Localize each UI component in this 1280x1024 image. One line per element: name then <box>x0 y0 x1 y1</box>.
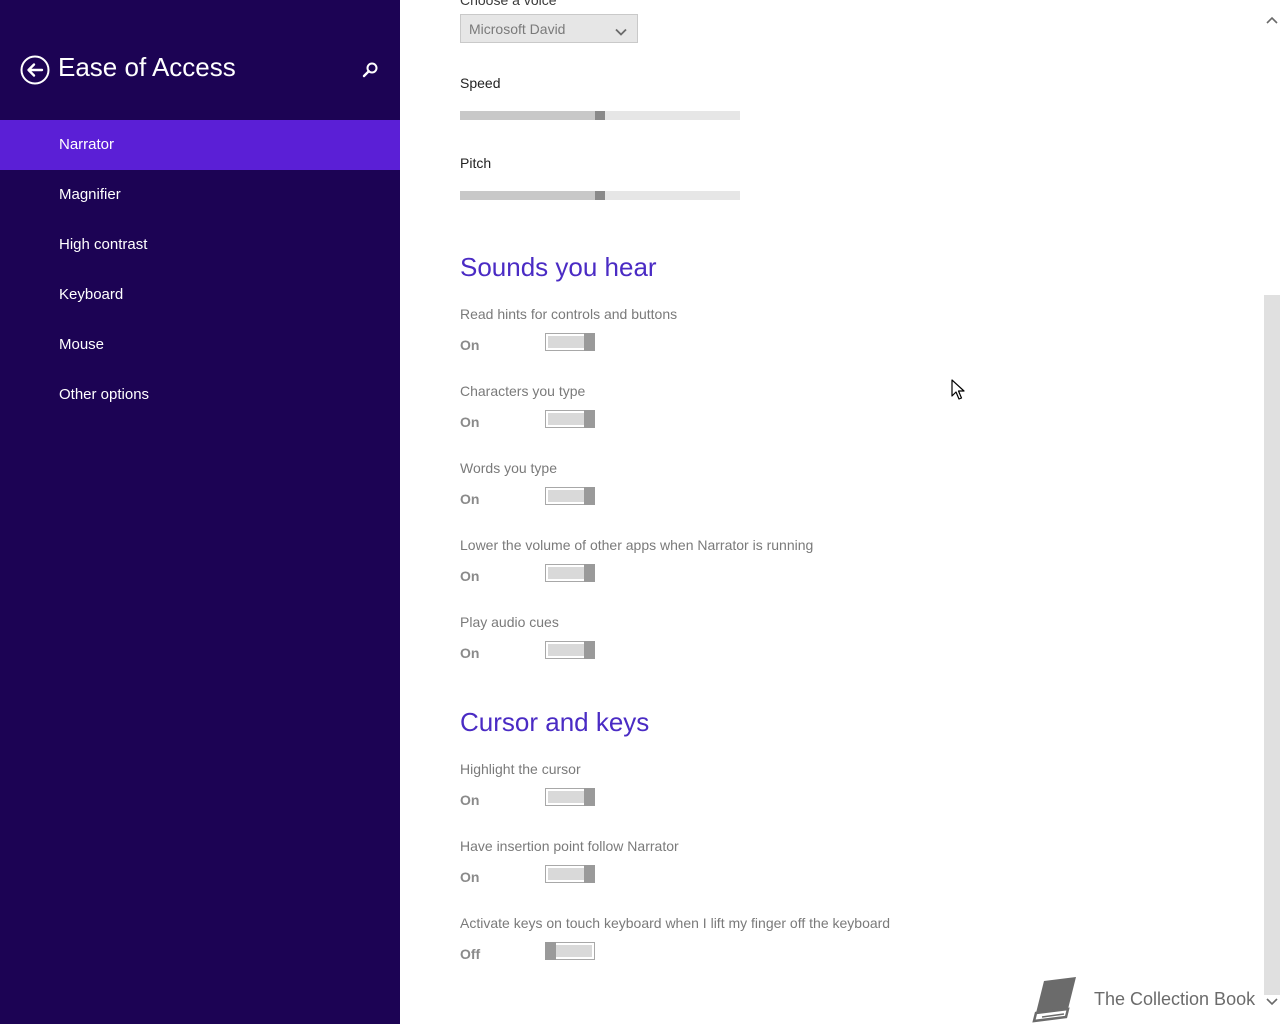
setting-label: Read hints for controls and buttons <box>460 306 678 322</box>
setting-activate-keys-touch: Activate keys on touch keyboard when I l… <box>460 915 1160 975</box>
pitch-slider-thumb[interactable] <box>595 191 605 200</box>
speed-slider[interactable] <box>460 111 740 120</box>
pitch-slider-fill <box>460 191 600 200</box>
speed-label: Speed <box>460 75 501 91</box>
vertical-scrollbar[interactable] <box>1264 0 1280 1024</box>
sidebar-item-mouse[interactable]: Mouse <box>0 320 400 370</box>
setting-label: Play audio cues <box>460 614 559 630</box>
settings-pane: Choose a voice Microsoft David Speed Pit… <box>400 0 1264 1024</box>
setting-read-hints: Read hints for controls and buttons On <box>460 306 1160 366</box>
setting-label: Words you type <box>460 460 558 476</box>
setting-characters-you-type: Characters you type On <box>460 383 1160 443</box>
scrollbar-thumb[interactable] <box>1264 295 1280 995</box>
setting-state: On <box>460 337 480 353</box>
scroll-up-arrow-icon[interactable] <box>1264 12 1280 28</box>
setting-state: On <box>460 491 480 507</box>
voice-dropdown[interactable]: Microsoft David <box>460 14 638 43</box>
setting-words-you-type: Words you type On <box>460 460 1160 520</box>
toggle-knob <box>545 942 556 960</box>
toggle-knob <box>584 788 595 806</box>
cursor-keys-heading: Cursor and keys <box>460 707 650 737</box>
watermark: The Collection Book <box>1030 975 1270 1023</box>
sidebar-item-narrator[interactable]: Narrator <box>0 120 400 170</box>
toggle-switch[interactable] <box>545 641 595 659</box>
sidebar-item-keyboard[interactable]: Keyboard <box>0 270 400 320</box>
setting-play-audio-cues: Play audio cues On <box>460 614 1160 674</box>
toggle-switch[interactable] <box>545 942 595 960</box>
toggle-knob <box>584 333 595 351</box>
pitch-slider[interactable] <box>460 191 740 200</box>
setting-state: On <box>460 869 480 885</box>
setting-state: Off <box>460 946 481 962</box>
setting-label: Lower the volume of other apps when Narr… <box>460 537 814 553</box>
back-arrow-icon[interactable] <box>20 55 50 85</box>
speed-slider-thumb[interactable] <box>595 111 605 120</box>
toggle-switch[interactable] <box>545 487 595 505</box>
toggle-switch[interactable] <box>545 788 595 806</box>
speed-slider-fill <box>460 111 600 120</box>
setting-state: On <box>460 568 480 584</box>
sidebar-item-high-contrast[interactable]: High contrast <box>0 220 400 270</box>
toggle-switch[interactable] <box>545 333 595 351</box>
pitch-label: Pitch <box>460 155 492 171</box>
sidebar-item-other-options[interactable]: Other options <box>0 370 400 420</box>
toggle-switch[interactable] <box>545 410 595 428</box>
toggle-knob <box>584 410 595 428</box>
sounds-heading: Sounds you hear <box>460 252 657 282</box>
toggle-knob <box>584 865 595 883</box>
mouse-pointer-icon <box>951 379 965 406</box>
chevron-down-icon <box>615 24 627 42</box>
setting-lower-volume: Lower the volume of other apps when Narr… <box>460 537 1160 597</box>
sidebar-nav: Narrator Magnifier High contrast Keyboar… <box>0 120 400 420</box>
setting-state: On <box>460 645 480 661</box>
sidebar-item-magnifier[interactable]: Magnifier <box>0 170 400 220</box>
setting-label: Have insertion point follow Narrator <box>460 838 679 854</box>
toggle-knob <box>584 487 595 505</box>
setting-highlight-cursor: Highlight the cursor On <box>460 761 1160 821</box>
toggle-knob <box>584 641 595 659</box>
setting-state: On <box>460 414 480 430</box>
toggle-knob <box>584 564 595 582</box>
toggle-switch[interactable] <box>545 564 595 582</box>
setting-insertion-point: Have insertion point follow Narrator On <box>460 838 1160 898</box>
voice-label: Choose a voice <box>460 0 557 8</box>
search-icon[interactable] <box>360 60 380 80</box>
setting-label: Activate keys on touch keyboard when I l… <box>460 915 891 931</box>
page-title: Ease of Access <box>58 52 236 82</box>
book-icon <box>1032 977 1076 1023</box>
setting-label: Highlight the cursor <box>460 761 581 777</box>
toggle-switch[interactable] <box>545 865 595 883</box>
setting-label: Characters you type <box>460 383 586 399</box>
voice-value: Microsoft David <box>469 21 566 37</box>
watermark-text: The Collection Book <box>1094 989 1256 1009</box>
setting-state: On <box>460 792 480 808</box>
sidebar: Ease of Access Narrator Magnifier High c… <box>0 0 400 1024</box>
